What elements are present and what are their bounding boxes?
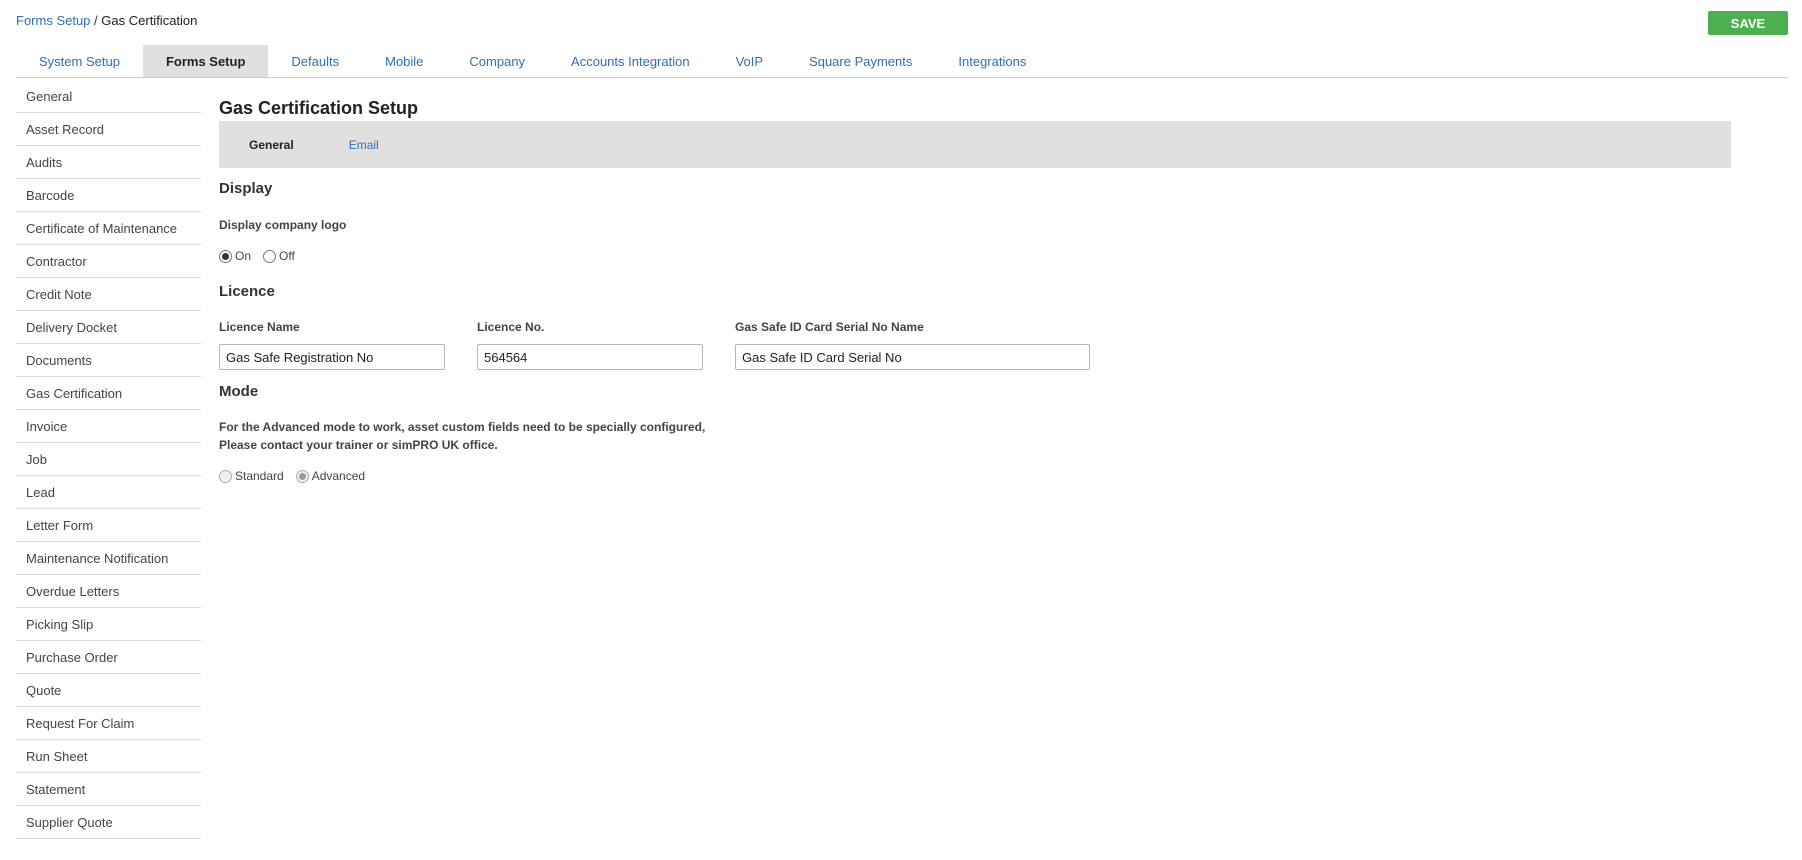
sidebar-item-purchase-order[interactable]: Purchase Order xyxy=(16,641,201,674)
sidebar-item-general[interactable]: General xyxy=(16,80,201,113)
licence-number-input[interactable] xyxy=(477,344,703,370)
sidebar-item-gas-certification[interactable]: Gas Certification xyxy=(16,377,201,410)
display-logo-on-radio[interactable] xyxy=(219,249,232,263)
tab-forms-setup[interactable]: Forms Setup xyxy=(142,45,269,77)
display-logo-off-radio[interactable] xyxy=(263,249,277,263)
breadcrumb-current: Gas Certification xyxy=(101,13,198,28)
save-button[interactable]: SAVE xyxy=(1708,11,1788,35)
tab-square-payments[interactable]: Square Payments xyxy=(786,45,935,77)
mode-advanced-radio[interactable] xyxy=(295,469,309,483)
mode-note-line-2: Please contact your trainer or simPRO UK… xyxy=(219,438,498,452)
tab-integrations[interactable]: Integrations xyxy=(935,45,1049,77)
breadcrumb-forms-setup-link[interactable]: Forms Setup xyxy=(16,13,90,28)
mode-section-title: Mode xyxy=(219,383,259,400)
sidebar-item-letter-form[interactable]: Letter Form xyxy=(16,509,201,542)
tab-accounts-integration[interactable]: Accounts Integration xyxy=(548,45,713,77)
display-section-title: Display xyxy=(219,180,273,197)
sidebar-item-credit-note[interactable]: Credit Note xyxy=(16,278,201,311)
tab-mobile[interactable]: Mobile xyxy=(362,45,446,77)
mode-advanced-label: Advanced xyxy=(311,469,366,483)
sidebar-item-overdue-letters[interactable]: Overdue Letters xyxy=(16,575,201,608)
subtab-email[interactable]: Email xyxy=(349,138,379,152)
sidebar-item-run-sheet[interactable]: Run Sheet xyxy=(16,740,201,773)
sidebar-item-lead[interactable]: Lead xyxy=(16,476,201,509)
display-logo-label: Display company logo xyxy=(219,218,347,232)
subtab-general[interactable]: General xyxy=(249,138,294,152)
display-logo-off-label: Off xyxy=(279,249,295,263)
sidebar-item-picking-slip[interactable]: Picking Slip xyxy=(16,608,201,641)
display-logo-on-option[interactable]: On xyxy=(219,249,251,263)
sidebar-item-invoice[interactable]: Invoice xyxy=(16,410,201,443)
display-logo-off-option[interactable]: Off xyxy=(263,249,295,263)
breadcrumb-separator: / xyxy=(94,13,98,28)
display-logo-on-label: On xyxy=(235,249,252,263)
top-tabs: System Setup Forms Setup Defaults Mobile… xyxy=(16,45,1788,78)
mode-note: For the Advanced mode to work, asset cus… xyxy=(219,418,705,454)
mode-standard-radio[interactable] xyxy=(219,469,232,483)
mode-standard-option[interactable]: Standard xyxy=(219,469,284,483)
sidebar-item-maintenance-notification[interactable]: Maintenance Notification xyxy=(16,542,201,575)
sidebar-item-quote[interactable]: Quote xyxy=(16,674,201,707)
sub-tabs: General Email xyxy=(219,121,1731,168)
sidebar-item-contractor[interactable]: Contractor xyxy=(16,245,201,278)
mode-standard-label: Standard xyxy=(235,469,284,483)
sidebar-item-barcode[interactable]: Barcode xyxy=(16,179,201,212)
sidebar-item-supplier-quote[interactable]: Supplier Quote xyxy=(16,806,201,839)
sidebar-item-statement[interactable]: Statement xyxy=(16,773,201,806)
main-content: Gas Certification Setup General Email xyxy=(219,80,1731,168)
tab-company[interactable]: Company xyxy=(446,45,548,77)
licence-section-title: Licence xyxy=(219,283,275,300)
sidebar-item-documents[interactable]: Documents xyxy=(16,344,201,377)
gas-safe-card-input[interactable] xyxy=(735,344,1090,370)
sidebar-item-request-for-claim[interactable]: Request For Claim xyxy=(16,707,201,740)
tab-system-setup[interactable]: System Setup xyxy=(16,45,143,77)
sidebar-item-delivery-docket[interactable]: Delivery Docket xyxy=(16,311,201,344)
sidebar-item-audits[interactable]: Audits xyxy=(16,146,201,179)
licence-name-input[interactable] xyxy=(219,344,445,370)
breadcrumb: Forms Setup / Gas Certification xyxy=(16,13,197,28)
sidebar-item-certificate-of-maintenance[interactable]: Certificate of Maintenance xyxy=(16,212,201,245)
tab-defaults[interactable]: Defaults xyxy=(268,45,362,77)
licence-number-label: Licence No. xyxy=(477,320,545,334)
display-logo-radio-group: On Off xyxy=(219,249,307,263)
sidebar-item-job[interactable]: Job xyxy=(16,443,201,476)
tab-voip[interactable]: VoIP xyxy=(713,45,786,77)
mode-advanced-option[interactable]: Advanced xyxy=(295,469,366,483)
gas-safe-card-label: Gas Safe ID Card Serial No Name xyxy=(735,320,924,334)
mode-note-line-1: For the Advanced mode to work, asset cus… xyxy=(219,420,706,434)
mode-radio-group: Standard Advanced xyxy=(219,469,377,483)
sidebar: General Asset Record Audits Barcode Cert… xyxy=(16,80,201,839)
sidebar-item-asset-record[interactable]: Asset Record xyxy=(16,113,201,146)
licence-name-label: Licence Name xyxy=(219,320,300,334)
page-title: Gas Certification Setup xyxy=(219,98,419,118)
